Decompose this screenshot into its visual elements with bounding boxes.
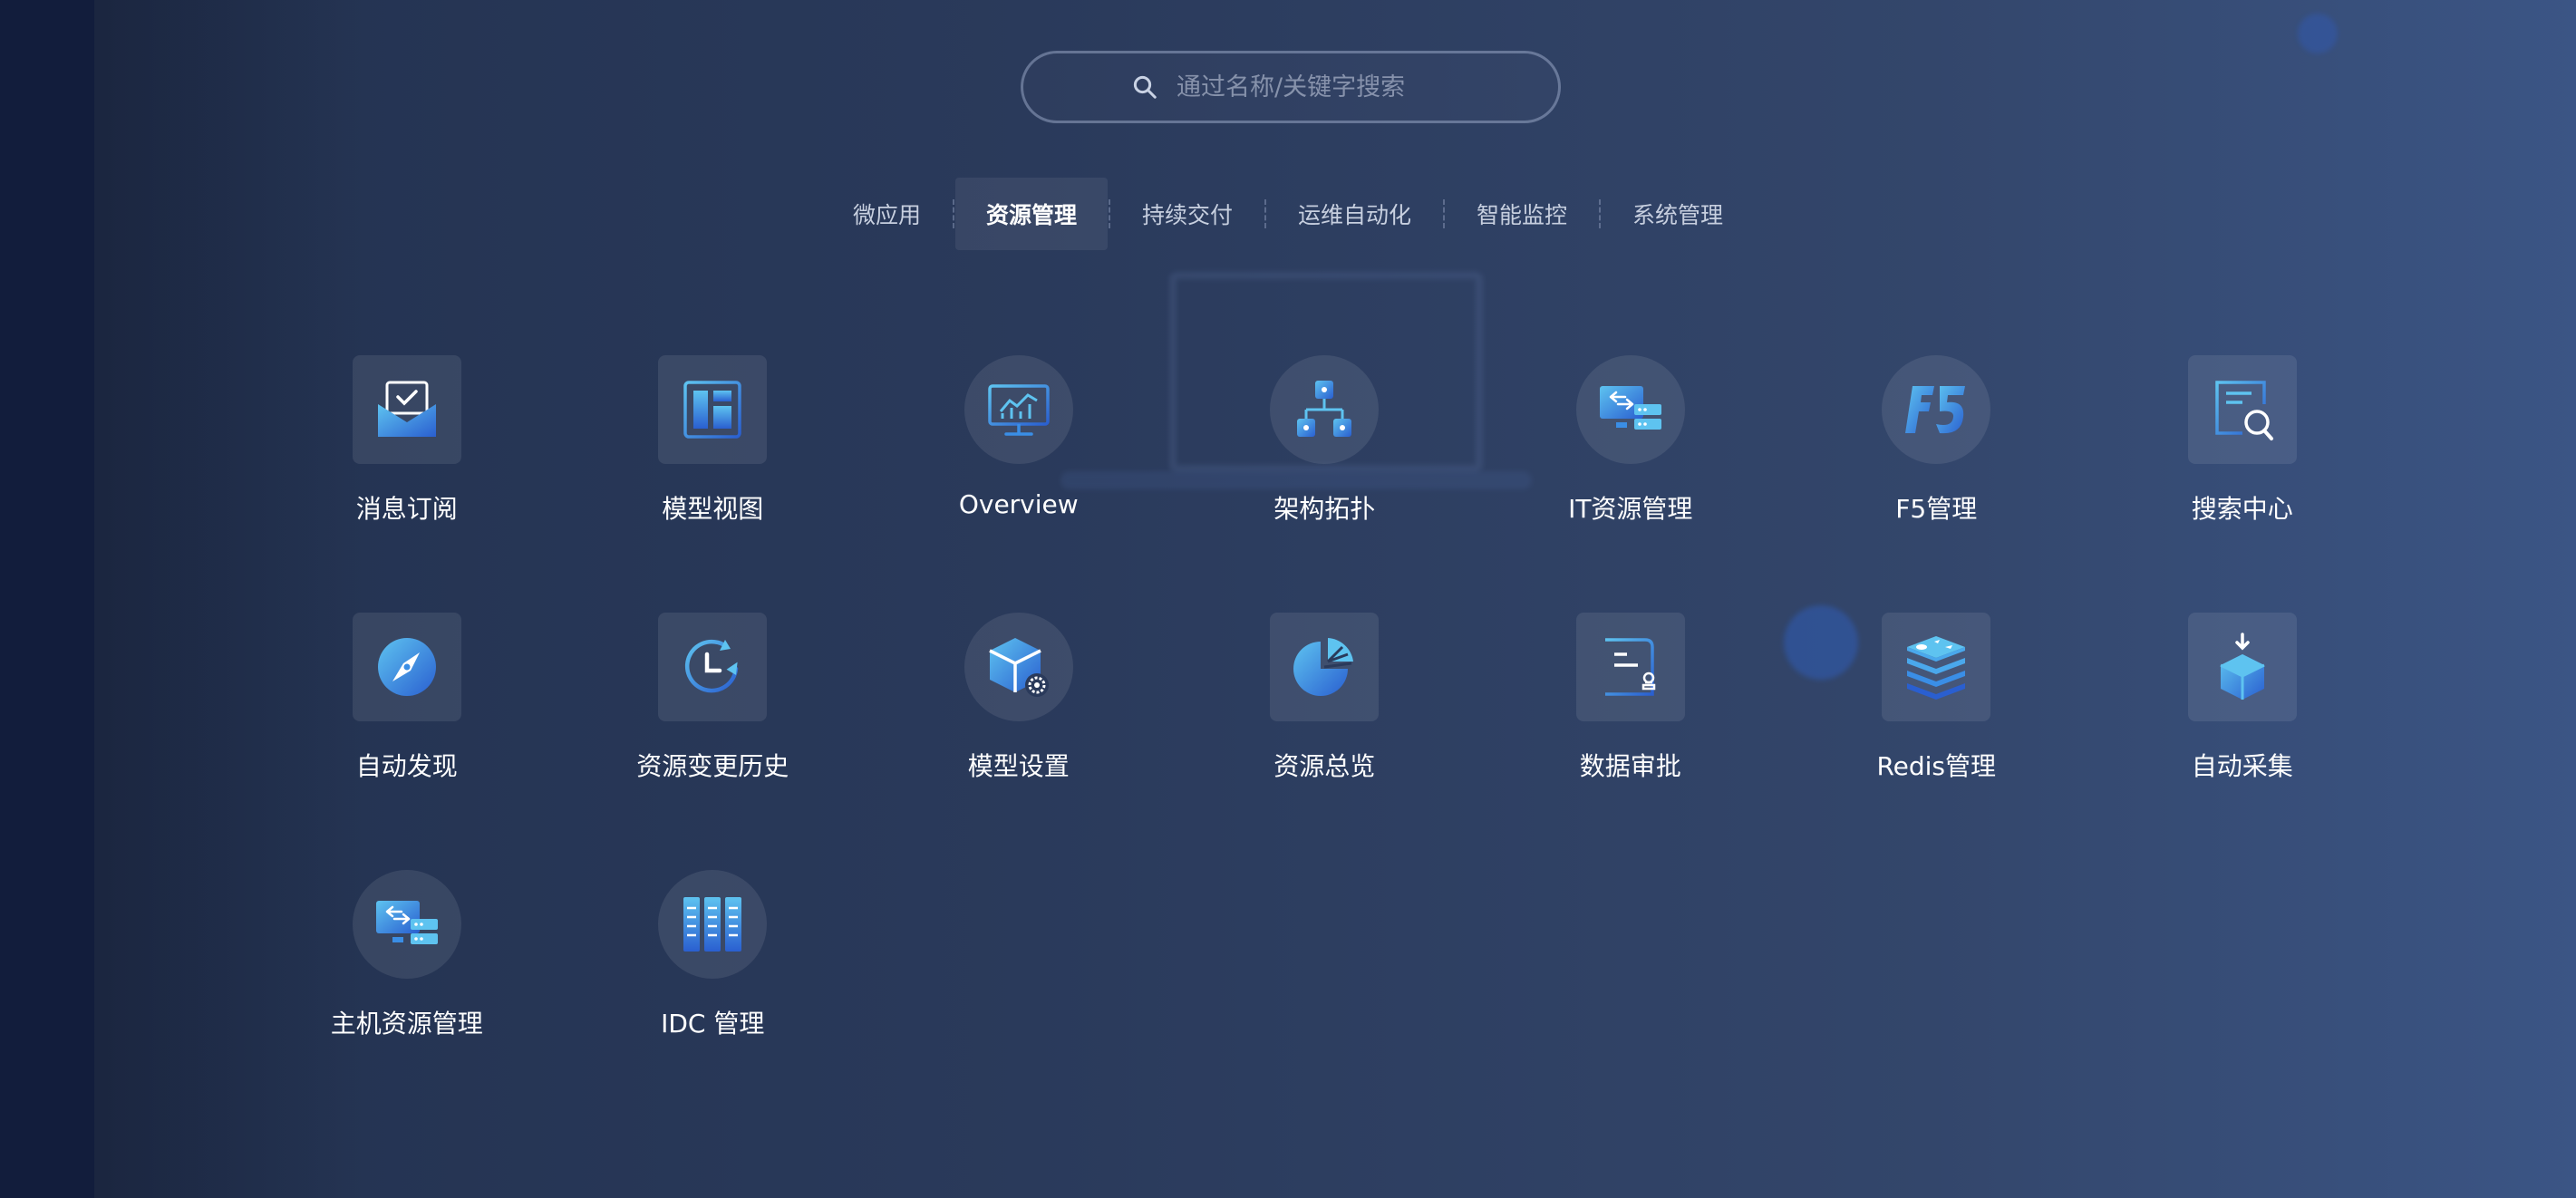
app-model-view[interactable]: 模型视图	[560, 355, 867, 613]
app-tile	[352, 613, 461, 721]
app-tile	[964, 613, 1073, 721]
app-label: IDC 管理	[661, 1009, 765, 1039]
app-redis-management[interactable]: Redis管理	[1784, 613, 2090, 870]
monitor-server-icon	[1599, 386, 1661, 430]
pie-chart-icon	[1293, 638, 1354, 696]
app-auto-discovery[interactable]: 自动发现	[254, 613, 560, 870]
search-box[interactable]	[1021, 51, 1561, 123]
app-model-settings[interactable]: 模型设置	[866, 613, 1172, 870]
app-auto-collection[interactable]: 自动采集	[2089, 613, 2396, 870]
tab-divider	[1443, 199, 1446, 228]
app-label: 搜索中心	[2191, 494, 2293, 524]
app-tile	[964, 355, 1073, 464]
app-tile	[1575, 613, 1685, 721]
app-tile	[658, 355, 768, 464]
server-rack-icon	[683, 897, 742, 952]
app-tile	[1270, 613, 1380, 721]
background-avatar	[2298, 14, 2338, 53]
app-resource-change-history[interactable]: 资源变更历史	[560, 613, 867, 870]
redis-stack-icon	[1907, 636, 1966, 700]
app-tile	[658, 870, 768, 979]
app-idc-management[interactable]: IDC 管理	[560, 870, 867, 1127]
app-label: Overview	[958, 489, 1079, 519]
history-clock-icon	[685, 639, 739, 693]
app-tile	[352, 870, 461, 979]
tab-divider	[1108, 199, 1110, 228]
search-icon	[1133, 75, 1157, 99]
layout-panel-icon	[683, 381, 741, 439]
app-resource-overview[interactable]: 资源总览	[1172, 613, 1478, 870]
tab-system-management[interactable]: 系统管理	[1602, 178, 1754, 250]
search-input[interactable]	[1175, 72, 1450, 102]
app-tile	[1270, 355, 1380, 464]
app-tile	[658, 613, 768, 721]
compass-icon	[377, 638, 436, 696]
app-tile	[352, 355, 461, 464]
mail-check-icon	[377, 381, 436, 437]
app-tile	[1882, 613, 1991, 721]
app-host-resource-management[interactable]: 主机资源管理	[254, 870, 560, 1127]
document-search-icon	[2215, 381, 2273, 440]
box-download-icon	[2220, 633, 2265, 700]
app-label: F5管理	[1895, 494, 1978, 524]
tab-continuous-delivery[interactable]: 持续交付	[1111, 178, 1264, 250]
tab-intelligent-monitoring[interactable]: 智能监控	[1446, 178, 1598, 250]
app-grid: 消息订阅 模型视图 Overview 架构拓扑 IT资源管理 F5管理 搜索中心…	[254, 355, 2384, 1127]
app-search-center[interactable]: 搜索中心	[2089, 355, 2396, 613]
app-label: IT资源管理	[1568, 494, 1693, 524]
cube-gear-icon	[988, 638, 1049, 697]
category-tabs: 微应用 资源管理 持续交付 运维自动化 智能监控 系统管理	[0, 178, 2576, 250]
tab-divider	[1599, 199, 1602, 228]
f5-logo-icon	[1905, 386, 1966, 434]
document-approval-icon	[1604, 638, 1655, 696]
app-tile	[2187, 613, 2297, 721]
tab-micro-apps[interactable]: 微应用	[822, 178, 952, 250]
tab-divider	[1264, 199, 1266, 228]
app-label: 数据审批	[1579, 751, 1681, 781]
app-f5-management[interactable]: F5管理	[1784, 355, 2090, 613]
app-label: 自动发现	[355, 751, 458, 781]
topology-icon	[1297, 381, 1352, 437]
app-label: 自动采集	[2191, 751, 2293, 781]
app-architecture-topology[interactable]: 架构拓扑	[1172, 355, 1478, 613]
app-label: 架构拓扑	[1273, 494, 1376, 524]
app-label: 资源总览	[1273, 751, 1376, 781]
app-label: 消息订阅	[355, 494, 458, 524]
app-it-resource-management[interactable]: IT资源管理	[1477, 355, 1784, 613]
tab-divider	[952, 199, 954, 228]
tab-resource-management[interactable]: 资源管理	[954, 178, 1108, 250]
app-label: 主机资源管理	[330, 1009, 483, 1039]
app-tile	[1575, 355, 1685, 464]
monitor-server-icon	[375, 901, 438, 944]
app-tile	[1882, 355, 1991, 464]
app-overview[interactable]: Overview	[866, 355, 1172, 613]
app-message-subscription[interactable]: 消息订阅	[254, 355, 560, 613]
app-tile	[2187, 355, 2297, 464]
tab-ops-automation[interactable]: 运维自动化	[1267, 178, 1442, 250]
app-label: 模型视图	[662, 494, 764, 524]
app-label: 模型设置	[967, 751, 1070, 781]
app-label: 资源变更历史	[636, 751, 789, 781]
app-data-approval[interactable]: 数据审批	[1477, 613, 1784, 870]
monitor-chart-icon	[988, 384, 1050, 436]
app-label: Redis管理	[1876, 751, 1997, 781]
